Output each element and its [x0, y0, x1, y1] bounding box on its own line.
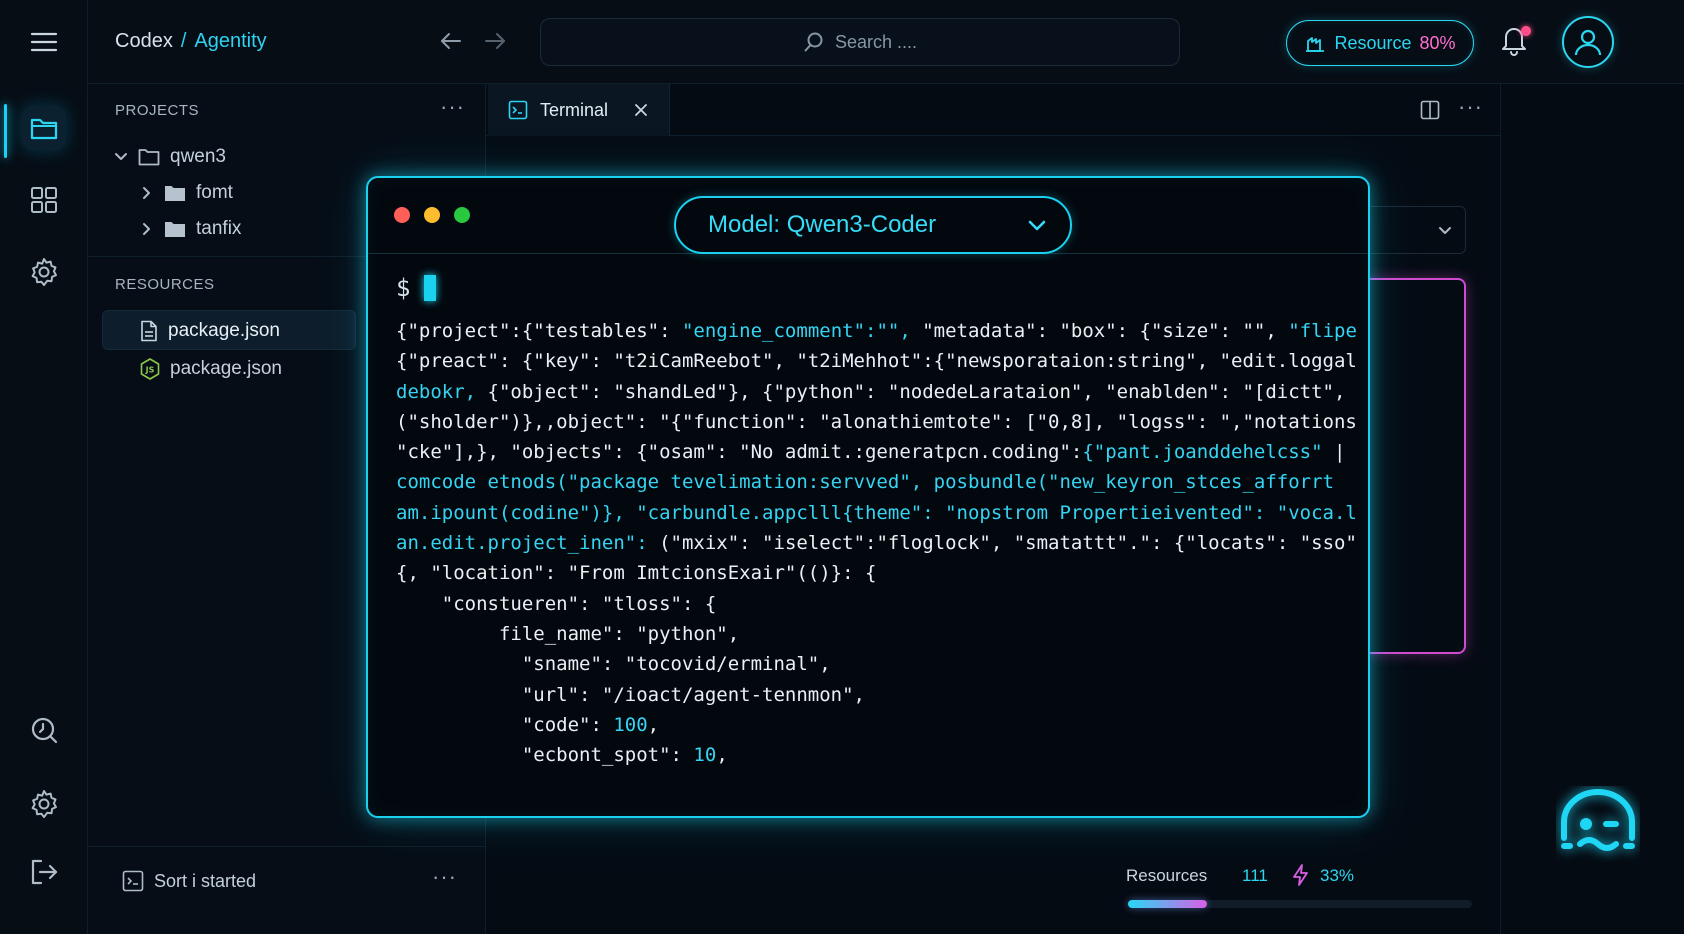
- extensions-grid-icon[interactable]: [22, 178, 66, 222]
- resource-icon: [1306, 37, 1325, 52]
- breadcrumb-current[interactable]: Agentity: [194, 30, 266, 52]
- terminal-panel-icon: [122, 870, 144, 892]
- chevron-down-icon: [1439, 227, 1451, 234]
- code-line: "constueren": "tloss": {: [396, 592, 717, 615]
- js-file-icon: JS: [140, 358, 160, 380]
- model-select-label: Model: Qwen3-Coder: [708, 211, 937, 238]
- svg-text:JS: JS: [145, 366, 155, 375]
- assistant-mascot-icon[interactable]: [1556, 786, 1640, 867]
- breadcrumb: Codex / Agentity: [115, 30, 267, 53]
- panel-divider: [1500, 84, 1501, 934]
- terminal-tab-icon: [508, 100, 528, 120]
- projects-more-button[interactable]: ···: [440, 94, 465, 120]
- folder-icon: [165, 222, 185, 237]
- close-window-dot[interactable]: [394, 207, 410, 223]
- code-line: {"project":{"testables": "engine_comment…: [396, 320, 1356, 342]
- folder-icon: [165, 186, 185, 201]
- code-line: an.edit.project_inen": ("mxix": "iselect…: [396, 532, 1356, 555]
- editor-more-button[interactable]: ···: [1458, 94, 1483, 120]
- terminal-header: Model: Qwen3-Coder: [368, 178, 1368, 254]
- resource-usage-button[interactable]: Resource 80%: [1286, 20, 1474, 66]
- active-indicator: [4, 104, 7, 158]
- activity-rail: [0, 0, 88, 934]
- resource-item-label: package.json: [168, 320, 280, 341]
- history-search-icon[interactable]: [22, 708, 66, 752]
- resource-label: Resource: [1334, 32, 1412, 53]
- code-line: "ecbont_spot": 10,: [396, 744, 728, 767]
- terminal-output: {"project":{"testables": "engine_comment…: [396, 316, 1356, 770]
- search-icon: [804, 32, 823, 52]
- code-line: am.ipount(codine")}, "carbundle.appclll{…: [396, 501, 1356, 524]
- code-line: "code": 100,: [396, 713, 660, 736]
- text-cursor: [424, 275, 437, 301]
- code-line: "sname": "tocovid/erminal",: [396, 653, 831, 676]
- tab-label: Terminal: [540, 99, 609, 120]
- tree-item-fomt[interactable]: fomt: [140, 182, 233, 204]
- resources-progress-fill: [1128, 900, 1207, 908]
- tree-item-label: fomt: [196, 182, 233, 203]
- resource-item-package-json-js[interactable]: JS package.json: [140, 358, 282, 380]
- resource-item-label: package.json: [170, 358, 282, 379]
- chevron-right-icon: [143, 223, 150, 235]
- tree-item-qwen3[interactable]: qwen3: [114, 146, 226, 168]
- footer-session-item[interactable]: Sort i started: [122, 870, 256, 892]
- settings-gear-icon[interactable]: [22, 250, 66, 294]
- file-icon: [141, 320, 157, 342]
- projects-section-title: PROJECTS: [115, 102, 200, 119]
- bolt-icon: [1292, 864, 1310, 891]
- resources-percent: 33%: [1320, 866, 1355, 885]
- code-line: ("sholder")},,object": "{"function": "al…: [396, 410, 1356, 433]
- menu-icon[interactable]: [22, 20, 66, 64]
- code-line: comcode etnods("package tevelimation:ser…: [396, 471, 1334, 494]
- resources-count: 111: [1242, 866, 1268, 885]
- tree-item-label: tanfix: [196, 218, 242, 239]
- resource-percent: 80%: [1419, 32, 1456, 53]
- notification-badge: [1521, 26, 1531, 36]
- tab-terminal[interactable]: Terminal: [488, 84, 670, 136]
- code-line: "cke"],}, "objects": {"osam": "No admit.…: [396, 441, 1346, 464]
- search-placeholder: Search ....: [834, 31, 918, 52]
- user-avatar-icon[interactable]: [1562, 16, 1614, 68]
- minimize-window-dot[interactable]: [424, 207, 440, 223]
- code-line: {, "location": "From ImtcionsExair"(()}:…: [396, 562, 877, 585]
- breadcrumb-root[interactable]: Codex: [115, 30, 173, 52]
- tree-item-label: qwen3: [170, 146, 226, 167]
- terminal-prompt[interactable]: $: [396, 274, 437, 302]
- chevron-right-icon: [143, 187, 150, 199]
- gear-icon[interactable]: [22, 782, 66, 826]
- code-line: file_name": "python",: [396, 622, 740, 645]
- maximize-window-dot[interactable]: [454, 207, 470, 223]
- chevron-down-icon: [1028, 220, 1046, 231]
- section-divider: [88, 256, 366, 257]
- terminal-window[interactable]: Model: Qwen3-Coder $ {"project":{"testab…: [366, 176, 1370, 818]
- footer-more-button[interactable]: ···: [432, 864, 457, 890]
- folder-outline-icon: [138, 149, 160, 166]
- split-editor-icon[interactable]: [1420, 100, 1440, 125]
- search-input[interactable]: Search ....: [540, 18, 1180, 66]
- footer-session-label: Sort i started: [154, 870, 257, 891]
- breadcrumb-separator: /: [180, 30, 187, 52]
- prompt-symbol: $: [396, 274, 411, 302]
- chevron-down-icon: [115, 153, 127, 160]
- model-select-dropdown[interactable]: Model: Qwen3-Coder: [674, 196, 1072, 254]
- logout-icon[interactable]: [22, 850, 66, 894]
- code-line: debokr, {"object": "shandLed"}, {"python…: [396, 380, 1356, 403]
- back-arrow-icon[interactable]: [438, 28, 464, 59]
- resources-section-title: RESOURCES: [115, 276, 215, 293]
- code-line: "url": "/ioact/agent-tennmon",: [396, 683, 865, 706]
- forward-arrow-icon[interactable]: [482, 28, 508, 59]
- tree-item-tanfix[interactable]: tanfix: [140, 218, 241, 240]
- code-line: {"preact": {"key": "t2iCamReebot", "t2iM…: [396, 350, 1356, 373]
- resource-item-package-json[interactable]: package.json: [140, 320, 280, 342]
- explorer-folder-icon[interactable]: [22, 106, 66, 150]
- resources-status-label: Resources: [1126, 866, 1208, 885]
- close-icon[interactable]: [634, 103, 648, 117]
